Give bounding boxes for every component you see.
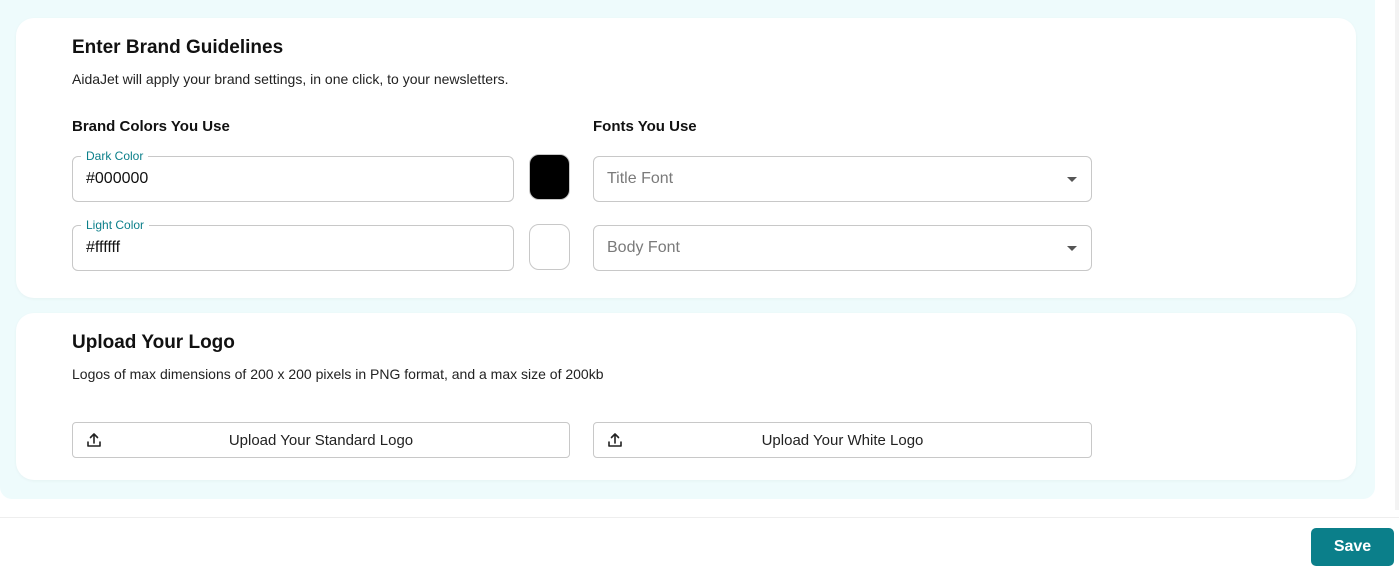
- brand-colors-label: Brand Colors You Use: [72, 118, 230, 135]
- body-font-placeholder: Body Font: [607, 239, 680, 256]
- dark-color-value[interactable]: #000000: [86, 170, 148, 188]
- brand-guidelines-card: Enter Brand Guidelines AidaJet will appl…: [16, 18, 1356, 298]
- upload-white-logo-button[interactable]: Upload Your White Logo: [593, 422, 1092, 458]
- scrollbar[interactable]: [1395, 0, 1399, 510]
- title-font-select[interactable]: Title Font: [593, 156, 1092, 202]
- upload-standard-logo-label: Upload Your Standard Logo: [228, 432, 414, 449]
- light-color-value[interactable]: #ffffff: [86, 239, 120, 257]
- upload-standard-logo-button[interactable]: Upload Your Standard Logo: [72, 422, 570, 458]
- dark-color-legend: Dark Color: [81, 149, 149, 163]
- chevron-down-icon: [1067, 177, 1077, 182]
- brand-guidelines-subtitle: AidaJet will apply your brand settings, …: [72, 71, 509, 87]
- light-color-legend: Light Color: [81, 218, 150, 232]
- fonts-label: Fonts You Use: [593, 118, 697, 135]
- dark-color-field[interactable]: Dark Color #000000: [72, 149, 514, 202]
- title-font-placeholder: Title Font: [607, 170, 674, 187]
- chevron-down-icon: [1067, 246, 1077, 251]
- brand-guidelines-title: Enter Brand Guidelines: [72, 37, 284, 58]
- save-button[interactable]: Save: [1311, 528, 1394, 566]
- body-font-select[interactable]: Body Font: [593, 225, 1092, 271]
- dark-color-swatch[interactable]: [529, 154, 570, 200]
- light-color-swatch[interactable]: [529, 224, 570, 270]
- upload-white-logo-label: Upload Your White Logo: [761, 432, 924, 449]
- light-color-field[interactable]: Light Color #ffffff: [72, 218, 514, 271]
- footer-divider: [0, 517, 1399, 518]
- upload-logo-card: Upload Your Logo Logos of max dimensions…: [16, 313, 1356, 480]
- upload-logo-subtitle: Logos of max dimensions of 200 x 200 pix…: [72, 366, 604, 382]
- upload-logo-title: Upload Your Logo: [72, 332, 235, 353]
